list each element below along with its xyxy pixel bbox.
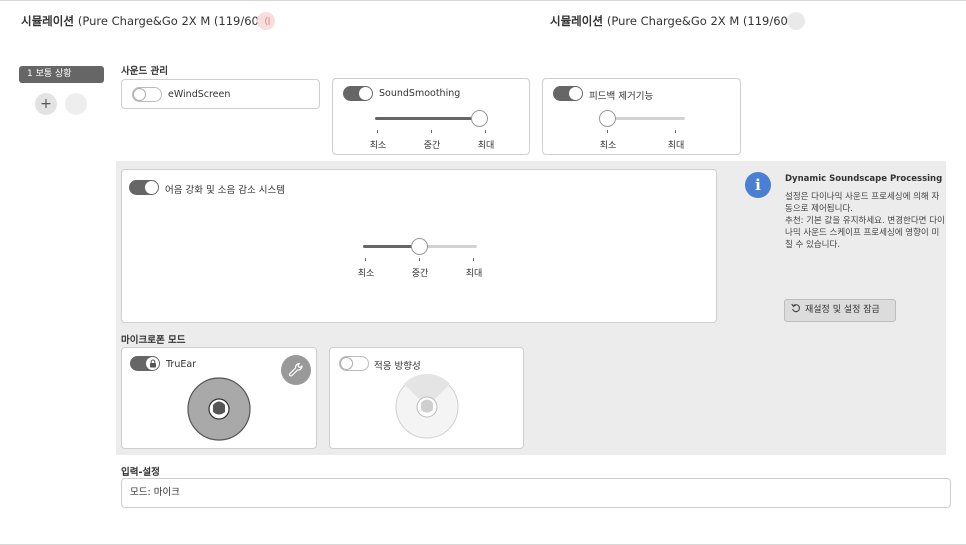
- soundsmoothing-card: SoundSmoothing 최소 중간 최대: [332, 78, 530, 155]
- input-mode-field[interactable]: 모드: 마이크: [121, 478, 951, 508]
- ewindscreen-toggle[interactable]: [132, 87, 162, 102]
- soundsmoothing-toggle[interactable]: [343, 86, 373, 101]
- truear-label: TruEar: [166, 359, 197, 370]
- speech-noise-tick-min: 최소: [357, 269, 375, 279]
- truear-toggle[interactable]: [130, 356, 160, 371]
- soundsmoothing-tick-mid: 중간: [423, 141, 441, 151]
- speech-noise-label: 어음 강화 및 소음 감소 시스템: [165, 185, 285, 196]
- input-settings-label: 입력-설정: [121, 467, 160, 478]
- top-divider: [0, 0, 966, 1]
- reset-icon: [791, 300, 801, 321]
- left-side-indicator-icon[interactable]: [257, 12, 275, 30]
- info-text-recommendation: 추천: 기본 값을 유지하세요. 변경한다면 다이나믹 사운드 스케이프 프로세…: [785, 216, 945, 250]
- feedback-card: 피드백 제거기능 최소 최대: [542, 78, 741, 155]
- info-text-auto: 설정은 다이나믹 사운드 프로세싱에 의해 자동으로 제어됩니다.: [785, 192, 940, 214]
- right-simulation-title: 시뮬레이션 (Pure Charge&Go 2X M (119/60)): [550, 14, 797, 28]
- speech-noise-card: 어음 강화 및 소음 감소 시스템 최소 중간 최대: [121, 169, 717, 323]
- soundsmoothing-tick-min: 최소: [369, 141, 387, 151]
- program-item-normal[interactable]: 1 보통 상황: [19, 66, 104, 83]
- adaptive-directionality-card[interactable]: 적응 방향성: [329, 347, 524, 449]
- left-simulation-title: 시뮬레이션 (Pure Charge&Go 2X M (119/60)): [21, 14, 268, 28]
- sound-management-label: 사운드 관리: [121, 66, 169, 77]
- speech-noise-tick-mid: 중간: [411, 269, 429, 279]
- soundsmoothing-label: SoundSmoothing: [379, 88, 461, 99]
- wrench-icon[interactable]: [281, 355, 311, 385]
- truear-card[interactable]: TruEar: [121, 347, 317, 449]
- feedback-toggle[interactable]: [553, 86, 583, 101]
- truear-pattern-icon: [187, 377, 251, 441]
- speech-noise-tick-max: 최대: [465, 269, 483, 279]
- soundsmoothing-slider-thumb[interactable]: [471, 110, 488, 127]
- info-icon: i: [745, 172, 771, 198]
- add-program-button[interactable]: +: [35, 93, 57, 115]
- ewindscreen-label: eWindScreen: [168, 89, 231, 100]
- remove-program-button: −: [65, 93, 87, 115]
- adaptive-directionality-label: 적응 방향성: [374, 361, 421, 372]
- feedback-slider-thumb[interactable]: [599, 110, 616, 127]
- feedback-tick-max: 최대: [667, 141, 685, 151]
- ewindscreen-card: eWindScreen: [121, 79, 320, 109]
- right-side-indicator-icon[interactable]: [787, 12, 805, 30]
- info-title: Dynamic Soundscape Processing: [785, 174, 943, 184]
- soundsmoothing-slider[interactable]: [375, 110, 488, 127]
- speech-noise-slider[interactable]: [363, 238, 477, 255]
- adaptive-directionality-toggle[interactable]: [339, 356, 369, 371]
- reset-and-lock-button[interactable]: 재설정 및 설정 잠금: [784, 299, 896, 322]
- lock-icon: [149, 359, 156, 368]
- adaptive-pattern-icon: [395, 374, 459, 439]
- speech-noise-slider-thumb[interactable]: [411, 238, 428, 255]
- feedback-label: 피드백 제거기능: [589, 91, 654, 102]
- soundsmoothing-tick-max: 최대: [477, 141, 495, 151]
- feedback-slider[interactable]: [599, 110, 685, 127]
- speech-noise-toggle[interactable]: [129, 180, 159, 195]
- feedback-tick-min: 최소: [599, 141, 617, 151]
- microphone-mode-label: 마이크로폰 모드: [121, 335, 186, 346]
